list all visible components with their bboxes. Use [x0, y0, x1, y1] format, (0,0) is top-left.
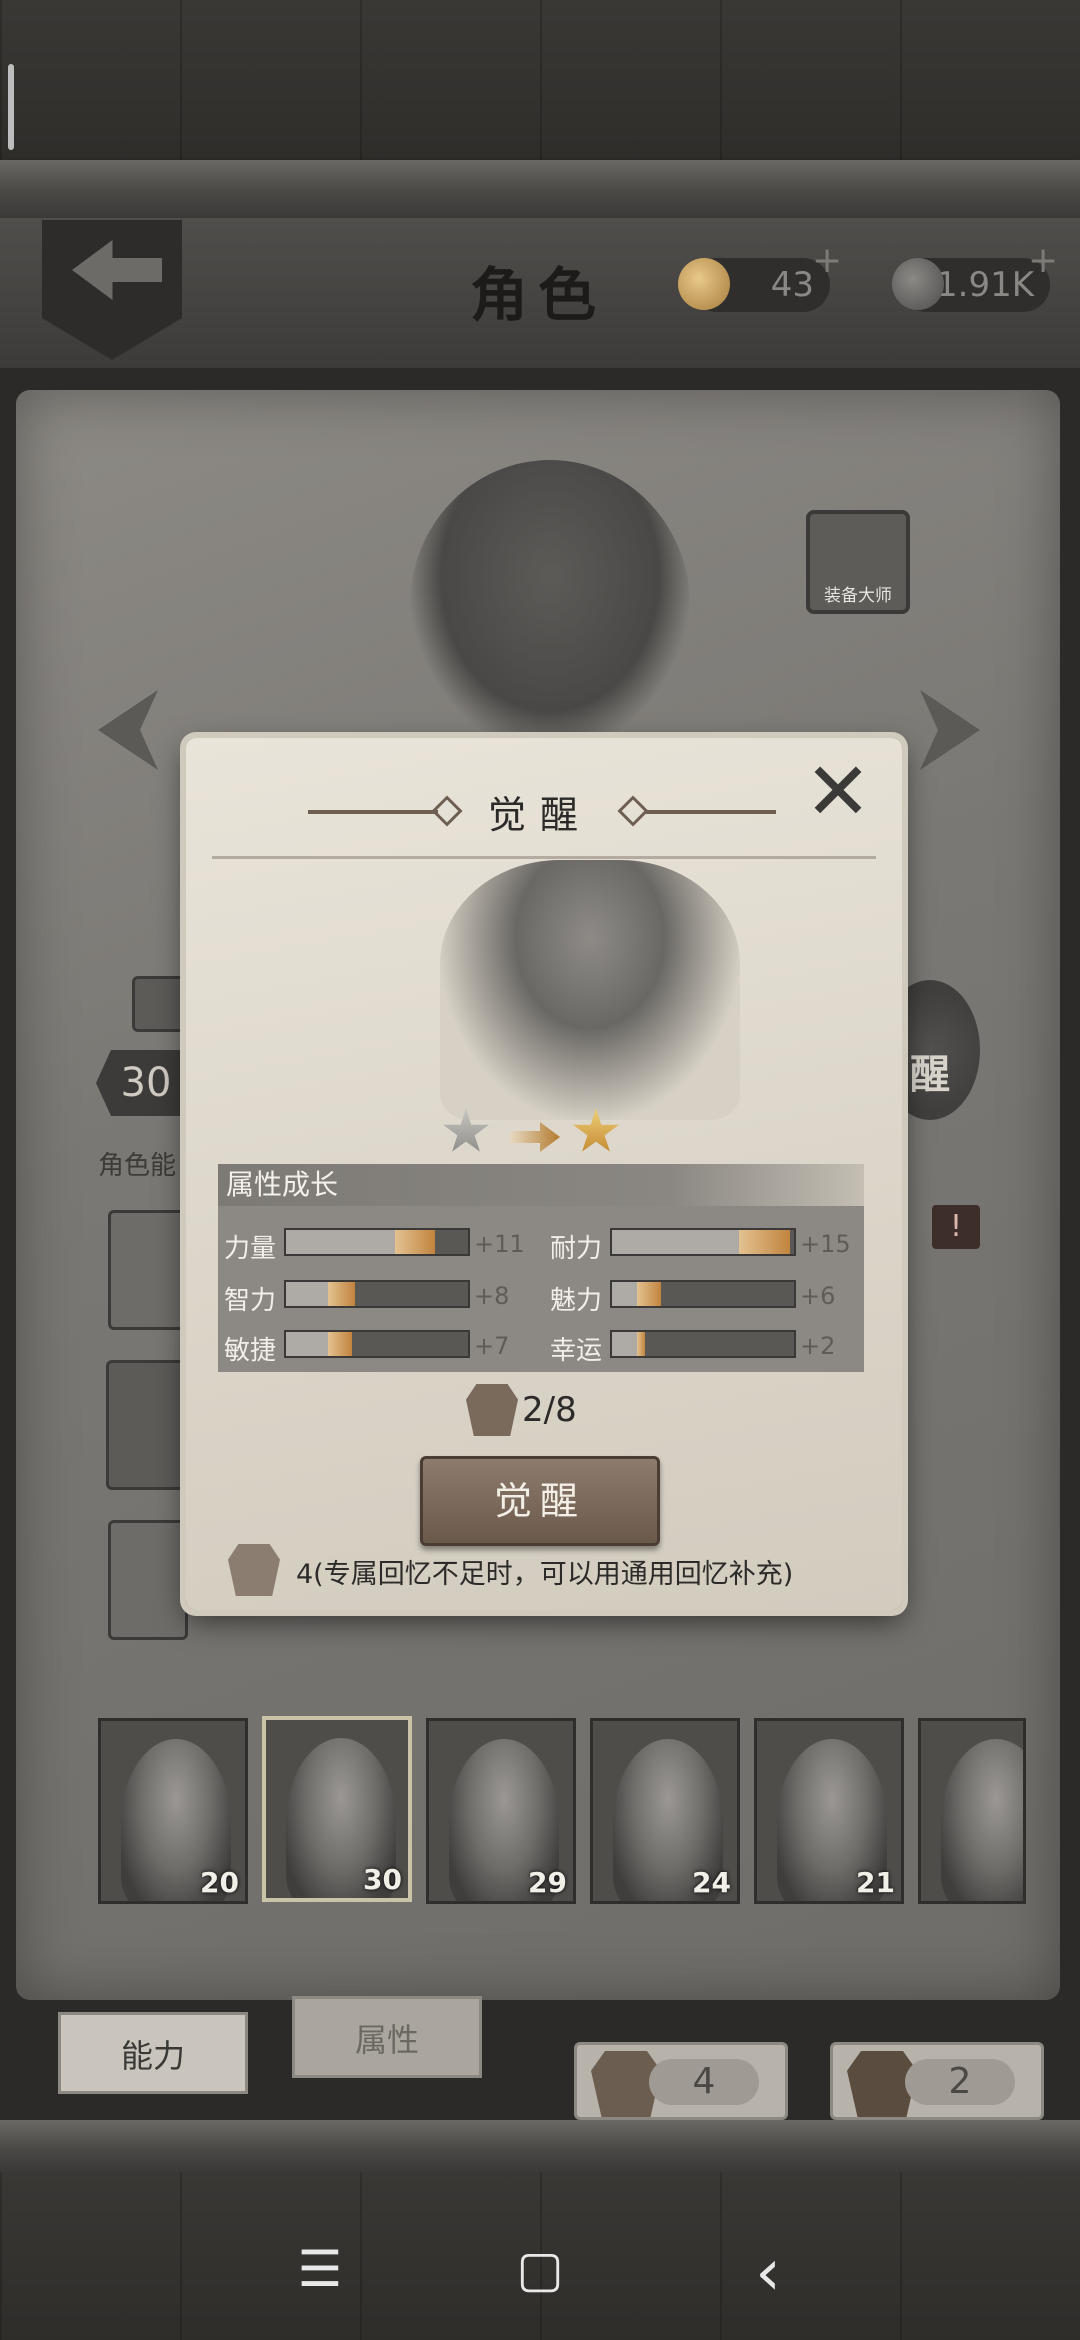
character-card[interactable]: 24 [590, 1718, 740, 1904]
attr-agility-label: 敏捷 [224, 1336, 277, 1366]
skill-slot[interactable] [106, 1360, 186, 1490]
menu-icon[interactable]: ☰ [290, 2240, 350, 2298]
attr-luck-value: +2 [800, 1332, 836, 1360]
character-portrait [941, 1739, 1023, 1901]
exclusive-memory-pill[interactable]: 2 [830, 2042, 1044, 2120]
exclusive-memory-count: 2 [905, 2059, 1015, 2105]
dialog-title: 觉醒 [487, 793, 592, 837]
top-rail [0, 160, 1080, 218]
title-ornament-left [308, 810, 438, 814]
attribute-growth-title: 属性成长 [218, 1164, 864, 1206]
attr-agility-bar [284, 1330, 470, 1358]
shell-count: 43 [770, 265, 814, 305]
shell-icon [678, 258, 730, 310]
attr-charm-value: +6 [800, 1282, 836, 1310]
memory-note: 4(专属回忆不足时，可以用通用回忆补充) [296, 1559, 794, 1590]
top-wood-frame [0, 0, 1080, 165]
generic-memory-pill[interactable]: 4 [574, 2042, 788, 2120]
generic-memory-icon [228, 1544, 280, 1596]
attr-strength-label: 力量 [224, 1234, 277, 1264]
equip-master-button[interactable]: 装备大师 [806, 510, 910, 614]
attr-strength-value: +11 [474, 1230, 525, 1258]
locked-slot-1[interactable] [108, 1210, 188, 1330]
attr-strength-bar [284, 1228, 470, 1256]
back-nav-icon[interactable]: ‹ [738, 2236, 798, 2310]
hero-portrait [410, 460, 690, 750]
level-badge: 30 [96, 1050, 196, 1116]
character-portrait-large [440, 860, 740, 1120]
character-card-selected[interactable]: 30 [262, 1716, 412, 1902]
title-ornament-right [646, 810, 776, 814]
character-card[interactable]: 20 [98, 1718, 248, 1904]
status-indicator [8, 64, 14, 150]
attr-intelligence-value: +8 [474, 1282, 510, 1310]
close-button[interactable]: ✕ [802, 752, 874, 832]
home-icon[interactable]: ▢ [510, 2240, 570, 2298]
character-card[interactable]: 21 [754, 1718, 904, 1904]
memory-progress: 2/8 [522, 1390, 577, 1430]
attr-charm-label: 魅力 [550, 1286, 603, 1316]
page-title: 角色 [470, 261, 607, 329]
coin-count: 1.91K [936, 265, 1034, 305]
equip-master-label: 装备大师 [824, 586, 892, 606]
attr-intelligence-bar [284, 1280, 470, 1308]
character-level: 30 [363, 1863, 402, 1896]
attr-agility-value: +7 [474, 1332, 510, 1360]
character-level: 20 [200, 1866, 239, 1899]
attr-stamina-label: 耐力 [550, 1234, 603, 1264]
alert-icon[interactable]: ! [932, 1205, 980, 1249]
awaken-button[interactable]: 觉醒 [420, 1456, 660, 1546]
attr-luck-bar [610, 1330, 796, 1358]
attr-intelligence-label: 智力 [224, 1286, 277, 1316]
character-level: 29 [528, 1866, 567, 1899]
locked-slot-2[interactable] [108, 1520, 188, 1640]
character-card[interactable] [918, 1718, 1026, 1904]
attr-luck-label: 幸运 [550, 1336, 603, 1366]
character-level: 24 [692, 1866, 731, 1899]
bottom-rail [0, 2120, 1080, 2172]
coin-icon [892, 258, 944, 310]
attr-stamina-value: +15 [800, 1230, 851, 1258]
generic-memory-count: 4 [649, 2059, 759, 2105]
profile-icon[interactable] [132, 976, 188, 1032]
character-level: 21 [856, 1866, 895, 1899]
title-divider [212, 856, 876, 859]
coin-plus-icon[interactable]: + [1028, 240, 1058, 281]
tab-ability[interactable]: 能力 [58, 2012, 248, 2094]
memory-fragment-icon [466, 1384, 518, 1436]
attr-stamina-bar [610, 1228, 796, 1256]
shell-plus-icon[interactable]: + [812, 240, 842, 281]
tab-attribute[interactable]: 属性 [292, 1996, 482, 2078]
character-card[interactable]: 29 [426, 1718, 576, 1904]
attr-charm-bar [610, 1280, 796, 1308]
